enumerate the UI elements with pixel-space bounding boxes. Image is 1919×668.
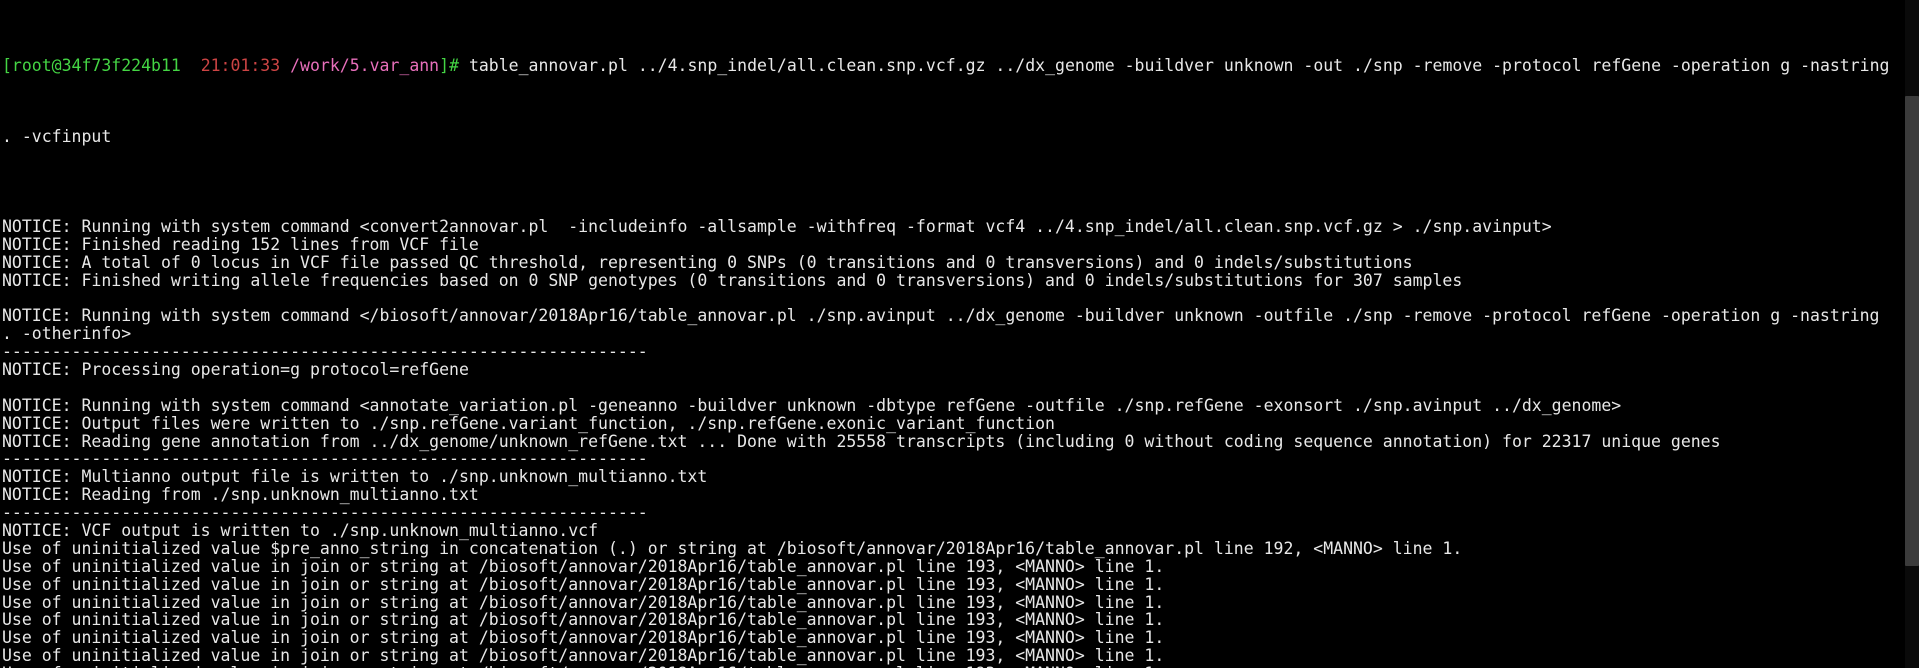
output-line: NOTICE: A total of 0 locus in VCF file p… xyxy=(2,252,1413,272)
output-line: Use of uninitialized value $pre_anno_str… xyxy=(2,538,1463,558)
output-line: Use of uninitialized value in join or st… xyxy=(2,610,1165,630)
output-line: Use of uninitialized value in join or st… xyxy=(2,592,1165,612)
output-lines-container: NOTICE: Running with system command <con… xyxy=(2,200,1919,668)
output-line: NOTICE: Running with system command <con… xyxy=(2,216,1552,236)
prompt-time: 21:01:33 xyxy=(200,55,281,75)
terminal-output-area[interactable]: [root@34f73f224b11 21:01:33 /work/5.var_… xyxy=(0,0,1919,668)
prompt-user-host: [root@34f73f224b11 xyxy=(2,55,181,75)
prompt-space-2 xyxy=(280,56,290,75)
output-line: NOTICE: Running with system command </bi… xyxy=(2,306,1880,326)
command-wrap-text: . -vcfinput xyxy=(2,127,112,147)
output-line: NOTICE: Processing operation=g protocol=… xyxy=(2,359,469,379)
output-line: Use of uninitialized value in join or st… xyxy=(2,556,1165,576)
prompt-bracket-close: ] xyxy=(439,55,450,75)
output-line: ----------------------------------------… xyxy=(2,342,648,362)
prompt-space-1 xyxy=(181,56,201,75)
output-line: Use of uninitialized value in join or st… xyxy=(2,646,1165,666)
output-line: NOTICE: Finished reading 152 lines from … xyxy=(2,234,479,254)
output-line: NOTICE: Finished writing allele frequenc… xyxy=(2,270,1463,290)
output-line: NOTICE: Output files were written to ./s… xyxy=(2,413,1055,433)
output-line: ----------------------------------------… xyxy=(2,449,648,469)
output-line: NOTICE: Reading gene annotation from ../… xyxy=(2,431,1721,451)
command-wrap-line: . -vcfinput xyxy=(2,128,1919,146)
output-line: . -otherinfo> xyxy=(2,324,132,344)
prompt-path: /work/5.var_ann xyxy=(290,55,440,75)
scrollbar-track[interactable] xyxy=(1905,0,1919,668)
scrollbar-thumb[interactable] xyxy=(1905,96,1919,566)
output-line: ----------------------------------------… xyxy=(2,503,648,523)
output-line: Use of uninitialized value in join or st… xyxy=(2,574,1165,594)
prompt-line-first: [root@34f73f224b11 21:01:33 /work/5.var_… xyxy=(2,55,1919,75)
output-line: NOTICE: VCF output is written to ./snp.u… xyxy=(2,520,599,540)
output-line: NOTICE: Running with system command <ann… xyxy=(2,395,1622,415)
output-line: Use of uninitialized value in join or st… xyxy=(2,628,1165,648)
output-line: NOTICE: Reading from ./snp.unknown_multi… xyxy=(2,485,479,505)
output-line: NOTICE: Multianno output file is written… xyxy=(2,467,708,487)
prompt-symbol: # xyxy=(449,55,469,75)
command-text: table_annovar.pl ../4.snp_indel/all.clea… xyxy=(468,55,1890,75)
